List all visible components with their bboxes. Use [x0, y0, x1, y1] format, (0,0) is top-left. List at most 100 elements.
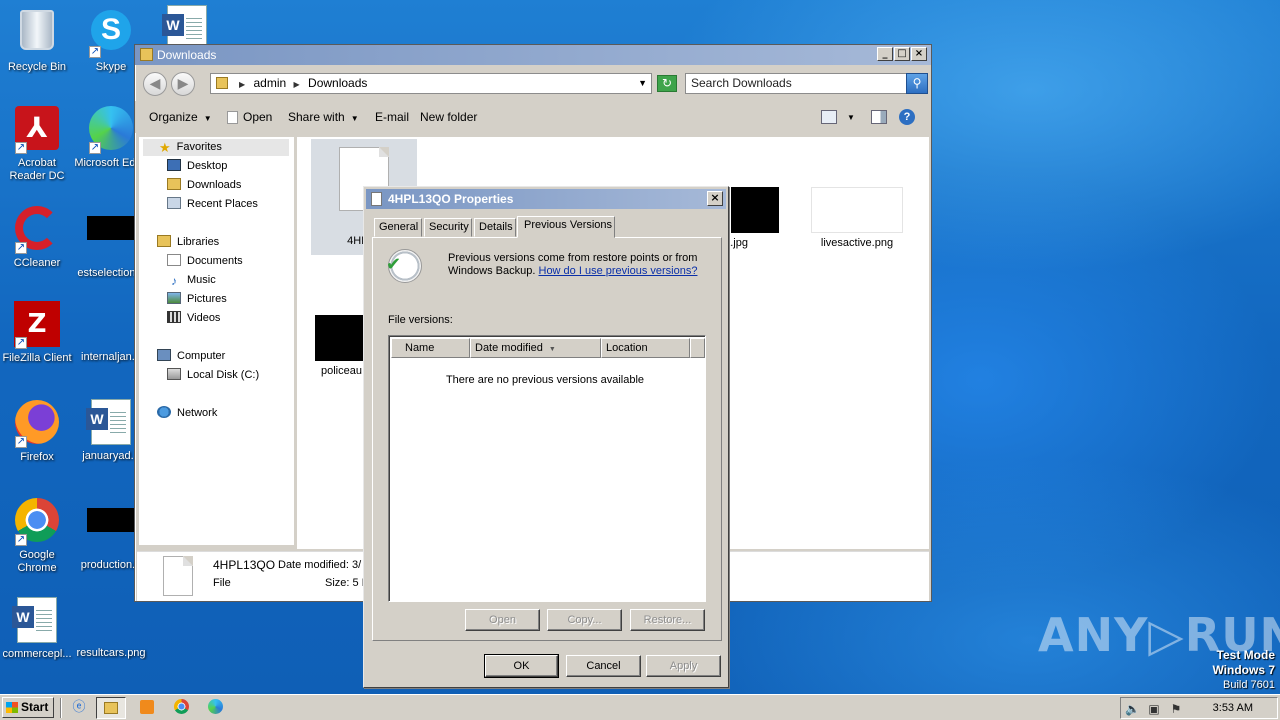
search-input[interactable]: Search Downloads	[685, 73, 907, 94]
nav-label: Documents	[187, 255, 243, 267]
refresh-button[interactable]: ↻	[657, 75, 677, 92]
clock[interactable]: 3:53 AM	[1213, 702, 1253, 714]
column-header-name[interactable]: Name	[391, 338, 470, 358]
dialog-titlebar[interactable]: 4HPL13QO Properties ×	[366, 189, 726, 209]
open-button[interactable]: Open	[227, 110, 272, 124]
tab-general[interactable]: General	[374, 218, 422, 237]
column-header-date-modified[interactable]: Date modified ▼	[470, 338, 601, 358]
nav-computer[interactable]: Computer	[157, 348, 225, 365]
tab-previous-versions[interactable]: Previous Versions	[517, 216, 615, 238]
black-thumbnail-icon	[87, 508, 135, 532]
media-player-glyph	[140, 700, 154, 714]
image-thumbnail-icon	[315, 315, 363, 361]
internet-explorer-icon[interactable]: ⓔ	[64, 697, 94, 719]
image-thumbnail-icon	[731, 187, 779, 233]
column-header-location[interactable]: Location	[601, 338, 690, 358]
search-icon[interactable]: ⚲	[906, 73, 928, 94]
chevron-down-icon: ▼	[203, 114, 212, 123]
properties-dialog: 4HPL13QO Properties × General Security D…	[363, 186, 729, 688]
desktop-icon-filezilla[interactable]: Z ↗ FileZilla Client	[0, 300, 74, 365]
nav-network[interactable]: Network	[157, 405, 217, 422]
nav-desktop[interactable]: Desktop	[167, 158, 227, 175]
folder-icon	[104, 702, 118, 714]
chrome-taskbar-icon[interactable]	[166, 697, 196, 719]
share-with-button[interactable]: Share with ▼	[288, 110, 359, 124]
file-item[interactable]: livesactive.png	[797, 187, 917, 249]
computer-icon	[157, 349, 171, 361]
nav-local-disk[interactable]: Local Disk (C:)	[167, 367, 259, 384]
close-button[interactable]: ×	[707, 191, 723, 206]
breadcrumb-user[interactable]: admin	[254, 76, 287, 90]
apply-button[interactable]: Apply	[646, 655, 721, 677]
maximize-button[interactable]: □	[894, 47, 910, 61]
chevron-down-icon[interactable]: ▼	[638, 74, 647, 93]
test-mode-line2: Windows 7	[1212, 663, 1275, 677]
skype-icon: S	[91, 10, 131, 50]
edge-taskbar-icon[interactable]	[200, 697, 230, 719]
shortcut-arrow-icon: ↗	[15, 436, 27, 448]
desktop-icon-ccleaner[interactable]: ↗ CCleaner	[0, 204, 74, 270]
action-center-flag-icon[interactable]: ⚑	[1169, 702, 1183, 716]
recycle-bin-icon	[20, 10, 54, 50]
close-button[interactable]: ×	[911, 47, 927, 61]
chevron-down-icon: ▼	[350, 114, 359, 123]
desktop-icon-acrobat[interactable]: ⅄ ↗ Acrobat Reader DC	[0, 104, 74, 183]
explorer-taskbar-button[interactable]	[96, 697, 126, 719]
nav-libraries[interactable]: Libraries	[157, 234, 219, 251]
network-tray-icon[interactable]: ▣	[1147, 702, 1161, 716]
nav-recent-places[interactable]: Recent Places	[167, 196, 258, 213]
open-version-button[interactable]: Open	[465, 609, 540, 631]
back-button[interactable]: ◀	[143, 72, 167, 96]
desktop-icon	[167, 159, 181, 171]
cancel-button[interactable]: Cancel	[566, 655, 641, 677]
nav-pictures[interactable]: Pictures	[167, 291, 227, 308]
image-thumbnail-icon	[811, 187, 903, 233]
address-bar[interactable]: ▶ admin ▶ Downloads ▼	[210, 73, 652, 94]
media-player-icon[interactable]	[132, 697, 162, 719]
test-mode-notice: Test Mode Windows 7 Build 7601	[1212, 648, 1275, 692]
shortcut-arrow-icon: ↗	[15, 142, 27, 154]
desktop-icon-label: Recycle Bin	[7, 61, 67, 73]
breadcrumb-folder[interactable]: Downloads	[308, 76, 367, 90]
organize-button[interactable]: Organize ▼	[149, 110, 212, 124]
desktop-icon-firefox[interactable]: ↗ Firefox	[0, 398, 74, 464]
change-view-icon[interactable]	[821, 110, 837, 124]
word-doc-icon	[12, 597, 57, 643]
taskbar: Start ⓔ 🔈 ▣ ⚑ 3:53 AM	[0, 694, 1280, 720]
dialog-title: 4HPL13QO Properties	[388, 192, 514, 206]
preview-pane-icon[interactable]	[871, 110, 887, 124]
desktop-icon-chrome[interactable]: ↗ Google Chrome	[0, 496, 74, 575]
new-folder-button[interactable]: New folder	[420, 110, 477, 124]
desktop-icon-label: commercepl...	[2, 648, 72, 660]
restore-version-button[interactable]: Restore...	[630, 609, 705, 631]
file-name: livesactive.png	[820, 237, 894, 249]
shortcut-arrow-icon: ↗	[15, 337, 27, 349]
nav-videos[interactable]: Videos	[167, 310, 220, 327]
forward-button[interactable]: ▶	[171, 72, 195, 96]
help-link[interactable]: How do I use previous versions?	[539, 265, 698, 277]
explorer-titlebar[interactable]: Downloads _ □ ×	[135, 45, 931, 65]
shortcut-arrow-icon: ↗	[15, 534, 27, 546]
file-versions-list[interactable]: Name Date modified ▼ Location There are n…	[388, 335, 706, 602]
nav-favorites[interactable]: ★ Favorites	[143, 139, 289, 156]
desktop-icon-resultcars[interactable]: resultcars.png	[74, 596, 148, 660]
nav-downloads[interactable]: Downloads	[167, 177, 241, 194]
tab-security[interactable]: Security	[424, 218, 472, 237]
chevron-down-icon[interactable]: ▼	[847, 113, 855, 122]
start-button[interactable]: Start	[2, 697, 54, 718]
volume-icon[interactable]: 🔈	[1125, 702, 1140, 716]
desktop-icon-commercepl[interactable]: commercepl...	[0, 596, 74, 661]
system-tray: 🔈 ▣ ⚑ 3:53 AM	[1120, 697, 1278, 719]
sort-caret-icon: ▼	[548, 346, 556, 353]
copy-version-button[interactable]: Copy...	[547, 609, 622, 631]
minimize-button[interactable]: _	[877, 47, 893, 61]
email-button[interactable]: E-mail	[375, 110, 409, 124]
ok-button[interactable]: OK	[484, 654, 559, 678]
help-icon[interactable]: ?	[899, 109, 915, 125]
nav-music[interactable]: ♪ Music	[167, 272, 216, 289]
tab-details[interactable]: Details	[474, 218, 516, 237]
nav-documents[interactable]: Documents	[167, 253, 243, 270]
libraries-icon	[157, 235, 171, 247]
documents-icon	[167, 254, 181, 266]
desktop-icon-recycle-bin[interactable]: Recycle Bin	[0, 6, 74, 74]
